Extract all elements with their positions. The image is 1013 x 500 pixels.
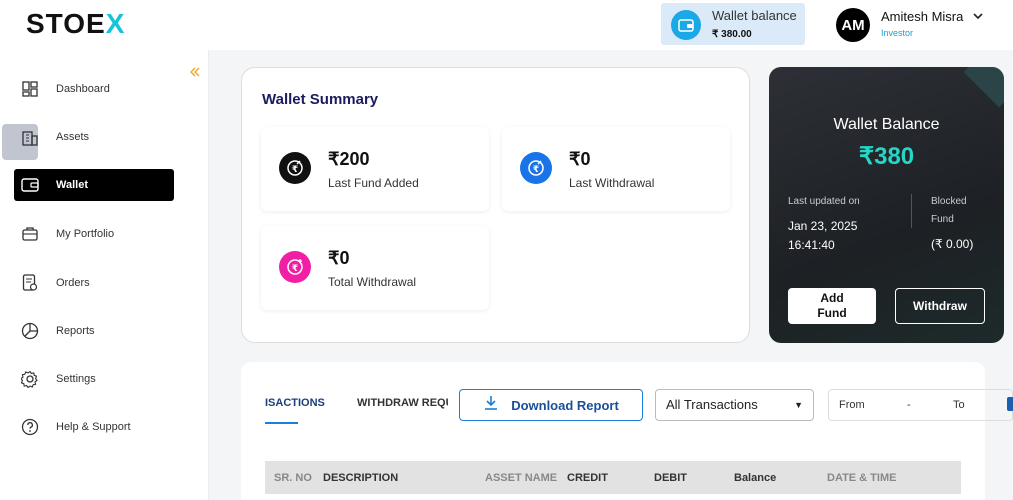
date-range-picker[interactable]: From - To <box>828 389 1013 421</box>
to-date-field[interactable]: To <box>953 399 965 411</box>
column-header-description: DESCRIPTION <box>323 472 399 484</box>
balance-title: Wallet Balance <box>833 116 940 133</box>
column-header-balance: Balance <box>734 472 777 484</box>
date-separator: - <box>907 399 911 411</box>
withdraw-button[interactable]: Withdraw <box>895 288 985 324</box>
stat-last-withdrawal: ₹ ₹0 Last Withdrawal <box>502 127 730 211</box>
wallet-summary-card: Wallet Summary ₹ ₹200 Last Fund Added ₹ … <box>241 67 750 343</box>
sidebar-item-my-portfolio[interactable]: My Portfolio <box>14 218 174 250</box>
column-header-asset-name: ASSET NAME <box>485 472 558 484</box>
sidebar-item-label: Help & Support <box>56 421 131 433</box>
sidebar-item-settings[interactable]: Settings <box>14 363 174 395</box>
tab-transactions[interactable]: ISACTIONS <box>265 397 325 409</box>
decorative-corner <box>963 67 1004 108</box>
stat-amount: ₹0 <box>328 248 350 268</box>
user-name[interactable]: Amitesh Misra <box>881 9 963 24</box>
rupee-arrow-out-icon: ₹ <box>520 152 552 184</box>
svg-text:₹: ₹ <box>292 165 298 175</box>
wallet-balance-value: ₹ 380.00 <box>712 29 752 40</box>
add-fund-label: Fund <box>817 306 847 320</box>
avatar[interactable]: AM <box>836 8 870 42</box>
add-fund-label: Add <box>820 291 844 305</box>
wallet-summary-title: Wallet Summary <box>262 91 379 108</box>
table-header: SR. NO DESCRIPTION ASSET NAME CREDIT DEB… <box>265 461 961 494</box>
stat-last-fund-added: ₹ ₹200 Last Fund Added <box>261 127 489 211</box>
download-report-label: Download Report <box>511 397 619 413</box>
download-icon <box>483 395 499 416</box>
sidebar-item-label: Settings <box>56 373 96 385</box>
wallet-icon <box>671 10 701 40</box>
svg-text:₹: ₹ <box>292 264 298 274</box>
column-header-date-time: DATE & TIME <box>827 472 897 484</box>
user-role: Investor <box>881 28 914 38</box>
sidebar-item-orders[interactable]: Orders <box>14 267 174 299</box>
wallet-balance-widget[interactable]: Wallet balance ₹ 380.00 <box>661 3 805 45</box>
transaction-type-select[interactable]: All Transactions ▼ <box>655 389 814 421</box>
rupee-arrow-in-icon: ₹ <box>279 152 311 184</box>
svg-text:₹: ₹ <box>533 165 539 175</box>
sidebar-item-help-support[interactable]: Help & Support <box>14 411 174 443</box>
column-header-sr-no: SR. NO <box>274 472 312 484</box>
briefcase-icon <box>20 224 40 244</box>
help-icon <box>20 417 40 437</box>
wallet-balance-label: Wallet balance <box>712 8 797 23</box>
sidebar: Dashboard Assets Wallet My Portfolio Ord… <box>0 50 209 500</box>
select-value: All Transactions <box>666 397 758 412</box>
tab-withdraw-requests[interactable]: WITHDRAW REQUESTS <box>357 397 448 409</box>
logo[interactable]: STOEX <box>26 8 125 40</box>
sidebar-item-label: Assets <box>56 131 90 143</box>
sidebar-item-wallet[interactable]: Wallet <box>14 169 174 201</box>
transactions-panel: ISACTIONS WITHDRAW REQUESTS Download Rep… <box>241 362 1013 500</box>
dashboard-icon <box>20 79 40 99</box>
stat-label: Total Withdrawal <box>328 275 417 289</box>
stat-amount: ₹0 <box>569 149 591 169</box>
blocked-fund-label: Fund <box>931 214 954 225</box>
gear-icon <box>20 369 40 389</box>
column-header-debit: DEBIT <box>654 472 687 484</box>
sidebar-item-label: Dashboard <box>56 83 110 95</box>
caret-down-icon: ▼ <box>794 400 803 410</box>
stat-total-withdrawal: ₹ ₹0 Total Withdrawal <box>261 226 489 310</box>
building-icon <box>20 127 40 147</box>
logo-text: STOE <box>26 8 106 39</box>
last-updated-date: Jan 23, 2025 <box>788 219 858 233</box>
active-tab-underline <box>265 422 298 424</box>
sidebar-item-label: Orders <box>56 277 90 289</box>
sidebar-item-dashboard[interactable]: Dashboard <box>14 73 174 105</box>
logo-accent: X <box>105 8 126 39</box>
download-report-button[interactable]: Download Report <box>459 389 643 421</box>
sidebar-item-label: Reports <box>56 325 95 337</box>
top-header: STOEX Wallet balance ₹ 380.00 AM Amitesh… <box>0 0 1013 50</box>
blocked-fund-value: (₹ 0.00) <box>931 237 974 251</box>
last-updated-time: 16:41:40 <box>788 238 835 252</box>
sidebar-item-label: My Portfolio <box>56 228 115 240</box>
add-fund-button[interactable]: Add Fund <box>788 288 876 324</box>
sidebar-item-assets[interactable]: Assets <box>14 121 174 153</box>
collapse-sidebar-icon[interactable] <box>190 66 200 80</box>
chevron-down-icon[interactable] <box>973 12 983 23</box>
stat-amount: ₹200 <box>328 149 370 169</box>
stat-label: Last Fund Added <box>328 176 419 190</box>
from-date-field[interactable]: From <box>839 399 865 411</box>
rupee-plus-icon: ₹ <box>279 251 311 283</box>
pie-chart-icon <box>20 321 40 341</box>
column-header-credit: CREDIT <box>567 472 608 484</box>
sidebar-item-label: Wallet <box>56 179 88 191</box>
stat-label: Last Withdrawal <box>569 176 655 190</box>
last-updated-label: Last updated on <box>788 196 860 207</box>
divider <box>911 194 912 228</box>
balance-amount: ₹380 <box>858 143 915 170</box>
blocked-fund-label: Blocked <box>931 196 967 207</box>
orders-icon <box>20 273 40 293</box>
sidebar-item-reports[interactable]: Reports <box>14 315 174 347</box>
wallet-balance-card: Wallet Balance ₹380 Last updated on Jan … <box>769 67 1004 343</box>
wallet-icon <box>20 175 40 195</box>
calendar-icon[interactable] <box>1007 397 1013 411</box>
